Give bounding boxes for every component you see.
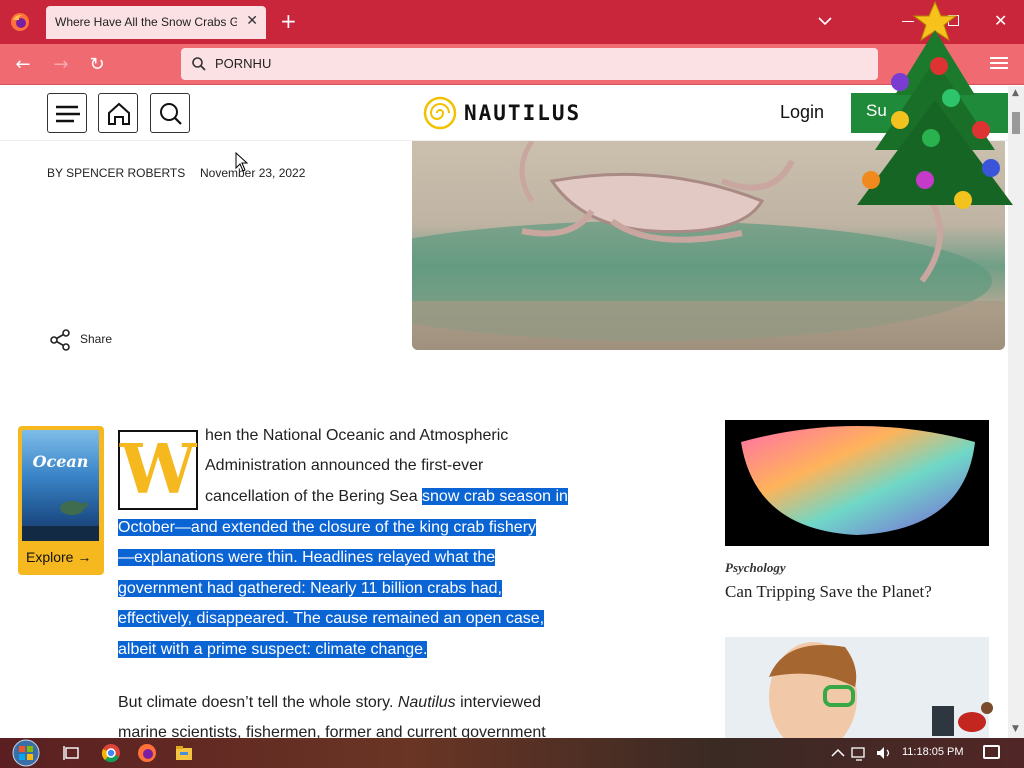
selected-text: albeit with a prime suspect: climate cha… [118,641,428,658]
article-date: November 23, 2022 [200,166,306,180]
tab-close-icon[interactable]: ✕ [246,13,258,29]
explore-link[interactable]: Explore → [26,549,91,565]
home-button[interactable] [98,93,138,133]
share-button[interactable]: Share [49,329,112,351]
article-line: hen the National Oceanic and Atmospheric [205,427,509,444]
network-icon[interactable] [850,743,870,763]
back-arrow-icon[interactable]: ← [10,52,36,78]
magazine-name: Nautilus [397,694,456,711]
related-title[interactable]: Can Tripping Save the Planet? [725,582,932,602]
desktop-character-overlay [932,700,996,738]
forward-arrow-icon[interactable]: → [48,52,74,78]
windows-start-icon[interactable] [10,739,42,767]
selected-text: snow crab season in [422,488,568,505]
article-line: government had gathered: Nearly 11 billi… [118,578,502,600]
firefox-taskbar-icon[interactable] [137,743,157,763]
windows-taskbar: 11:18:05 PM [0,738,1024,768]
selected-text: effectively, disappeared. The cause rema… [118,610,545,627]
ocean-cover-image: Ocean [22,430,99,541]
active-tab[interactable]: Where Have All the Snow Crabs Gone? ✕ [46,6,266,39]
tab-title: Where Have All the Snow Crabs Gone? [55,15,237,29]
taskbar-clock[interactable]: 11:18:05 PM [902,746,964,758]
article-line: effectively, disappeared. The cause rema… [118,608,545,630]
site-menu-button[interactable] [47,93,87,133]
soap-bubble-illustration [741,426,975,535]
selected-text: —explanations were thin. Headlines relay… [118,549,496,566]
christmas-tree-icon [857,0,1013,209]
related-article-image[interactable] [725,420,989,546]
volume-icon[interactable] [874,743,894,763]
article-line: October—and extended the closure of the … [118,517,537,539]
article-line: cancellation of the Bering Sea snow crab… [205,488,568,505]
article-line: But climate doesn’t tell the whole story… [118,694,542,711]
chevron-down-icon[interactable] [818,14,832,28]
reload-icon[interactable]: ↻ [84,52,110,78]
christmas-tree-overlay [845,0,1015,235]
selected-text: government had gathered: Nearly 11 billi… [118,580,502,597]
address-bar[interactable]: PORNHU [181,48,878,80]
task-view-icon[interactable] [62,743,82,763]
related-category[interactable]: Psychology [725,560,786,576]
search-icon [160,103,182,125]
firefox-icon[interactable] [10,12,30,32]
article-line: Administration announced the first-ever [205,457,484,474]
ocean-promo-card[interactable]: Ocean Explore → [18,426,104,575]
spiral-logo-icon [423,96,457,130]
sea-turtle-illustration [22,501,99,541]
home-icon [108,102,130,125]
chrome-icon[interactable] [101,743,121,763]
logo-wordmark: NAUTILUS [464,101,582,125]
scroll-down-icon[interactable]: ▼ [1012,724,1019,734]
nautilus-logo[interactable]: NAUTILUS [423,96,588,130]
article-line: albeit with a prime suspect: climate cha… [118,639,428,661]
article-byline[interactable]: BY SPENCER ROBERTS [47,166,185,180]
share-icon [50,329,70,351]
menu-icon [56,105,80,123]
selected-text: October—and extended the closure of the … [118,519,537,536]
article-line: —explanations were thin. Headlines relay… [118,547,496,569]
article-line: marine scientists, fishermen, former and… [118,724,546,738]
mouse-cursor-icon [235,151,249,176]
notifications-icon[interactable] [983,745,1000,759]
file-explorer-icon[interactable] [174,743,194,763]
tray-chevron-up-icon[interactable] [828,743,848,763]
address-text: PORNHU [215,56,272,71]
site-search-button[interactable] [150,93,190,133]
new-tab-button[interactable]: + [280,10,297,32]
drop-cap: W [118,430,198,510]
search-icon [192,57,206,71]
share-label: Share [80,332,113,346]
drop-cap-letter: W [120,430,197,510]
login-link[interactable]: Login [780,102,824,123]
